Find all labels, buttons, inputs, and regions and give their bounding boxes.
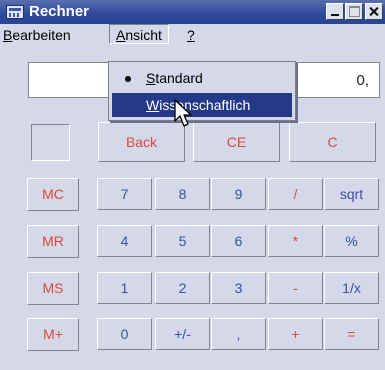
memory-recall-button[interactable]: MR <box>27 225 79 258</box>
calculator-window: Rechner Bearbeiten Ansicht ? 0, Back CE … <box>0 0 385 370</box>
memory-clear-button[interactable]: MC <box>27 178 79 211</box>
clear-entry-button[interactable]: CE <box>193 122 280 162</box>
add-button[interactable]: + <box>268 318 323 350</box>
percent-button[interactable]: % <box>324 225 379 257</box>
digit-9-button[interactable]: 9 <box>211 178 266 210</box>
maximize-button[interactable] <box>345 3 363 20</box>
digit-6-button[interactable]: 6 <box>211 225 266 257</box>
digit-4-button[interactable]: 4 <box>97 225 152 257</box>
close-button[interactable] <box>365 3 383 20</box>
digit-1-button[interactable]: 1 <box>97 272 152 304</box>
decimal-button[interactable]: , <box>211 318 266 350</box>
menu-item-standard[interactable]: Standard <box>112 66 292 90</box>
calculator-icon <box>6 5 24 19</box>
digit-8-button[interactable]: 8 <box>155 178 210 210</box>
menu-ansicht[interactable]: Ansicht <box>109 24 169 44</box>
display-value: 0, <box>356 72 369 89</box>
subtract-button[interactable]: - <box>268 272 323 304</box>
digit-3-button[interactable]: 3 <box>211 272 266 304</box>
sqrt-button[interactable]: sqrt <box>324 178 379 210</box>
ansicht-dropdown: Standard Wissenschaftlich <box>108 61 296 121</box>
memory-indicator <box>31 124 70 161</box>
mouse-cursor-icon <box>174 99 192 127</box>
digit-2-button[interactable]: 2 <box>155 272 210 304</box>
menu-item-wissenschaftlich[interactable]: Wissenschaftlich <box>112 93 292 117</box>
clear-button[interactable]: C <box>289 122 376 162</box>
back-button[interactable]: Back <box>98 122 185 162</box>
menu-help[interactable]: ? <box>187 27 195 43</box>
radio-bullet-icon <box>125 76 131 82</box>
memory-add-button[interactable]: M+ <box>27 318 79 351</box>
sign-toggle-button[interactable]: +/- <box>155 318 210 350</box>
digit-5-button[interactable]: 5 <box>155 225 210 257</box>
multiply-button[interactable]: * <box>268 225 323 257</box>
divide-button[interactable]: / <box>268 178 323 210</box>
equals-button[interactable]: = <box>324 318 379 350</box>
memory-store-button[interactable]: MS <box>27 272 79 305</box>
window-title: Rechner <box>29 3 90 20</box>
minimize-button[interactable] <box>326 3 344 20</box>
menu-bar: Bearbeiten Ansicht ? <box>0 24 385 46</box>
title-bar[interactable]: Rechner <box>0 0 385 24</box>
digit-0-button[interactable]: 0 <box>97 318 152 350</box>
reciprocal-button[interactable]: 1/x <box>324 272 379 304</box>
menu-bearbeiten[interactable]: Bearbeiten <box>3 27 71 43</box>
digit-7-button[interactable]: 7 <box>97 178 152 210</box>
